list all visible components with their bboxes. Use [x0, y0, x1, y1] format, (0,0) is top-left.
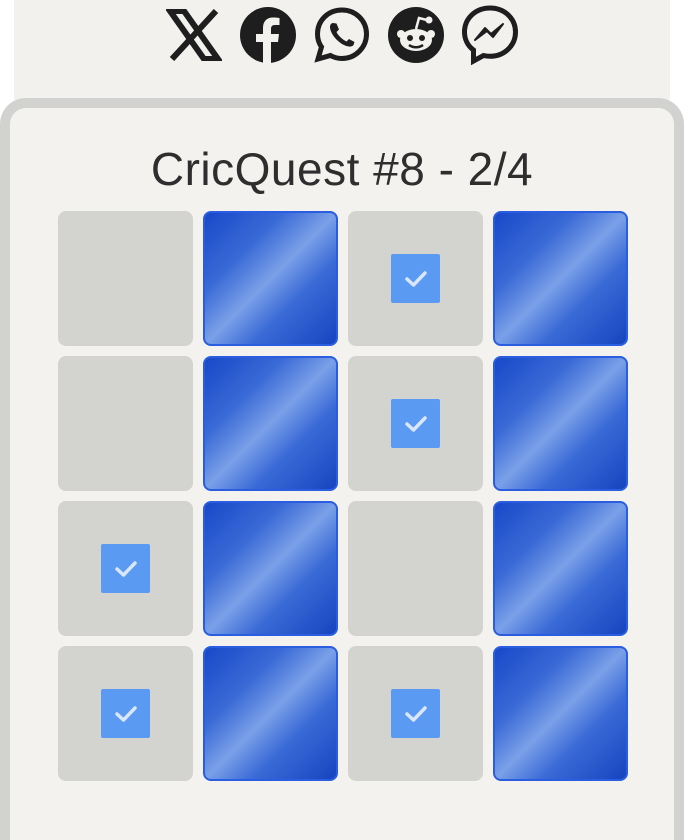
reddit-icon [388, 7, 444, 63]
checkmark-icon [101, 689, 150, 738]
grid-tile-filled[interactable] [203, 501, 338, 636]
grid-tile-filled[interactable] [493, 211, 628, 346]
grid-tile-empty[interactable] [348, 501, 483, 636]
grid-tile-checked[interactable] [58, 646, 193, 781]
reddit-share-button[interactable] [385, 4, 447, 66]
grid-tile-checked[interactable] [348, 646, 483, 781]
share-buttons [0, 2, 684, 68]
grid-tile-filled[interactable] [493, 646, 628, 781]
facebook-icon [240, 7, 296, 64]
grid-tile-filled[interactable] [203, 646, 338, 781]
grid-tile-checked[interactable] [58, 501, 193, 636]
x-share-button[interactable] [163, 4, 225, 66]
grid-tile-filled[interactable] [493, 356, 628, 491]
messenger-share-button[interactable] [459, 4, 521, 66]
messenger-icon [461, 5, 519, 66]
grid-tile-checked[interactable] [348, 356, 483, 491]
grid-tile-filled[interactable] [203, 356, 338, 491]
checkmark-icon [101, 544, 150, 593]
whatsapp-icon [314, 7, 370, 63]
grid-tile-filled[interactable] [493, 501, 628, 636]
result-title: CricQuest #8 - 2/4 [150, 143, 534, 195]
checkmark-icon [391, 399, 440, 448]
facebook-share-button[interactable] [237, 4, 299, 66]
x-icon [166, 9, 222, 61]
checkmark-icon [391, 689, 440, 738]
whatsapp-share-button[interactable] [311, 4, 373, 66]
checkmark-icon [391, 254, 440, 303]
grid-tile-checked[interactable] [348, 211, 483, 346]
grid-tile-empty[interactable] [58, 356, 193, 491]
grid-tile-filled[interactable] [203, 211, 338, 346]
result-grid [58, 211, 628, 781]
grid-tile-empty[interactable] [58, 211, 193, 346]
result-card: CricQuest #8 - 2/4 [0, 98, 684, 840]
